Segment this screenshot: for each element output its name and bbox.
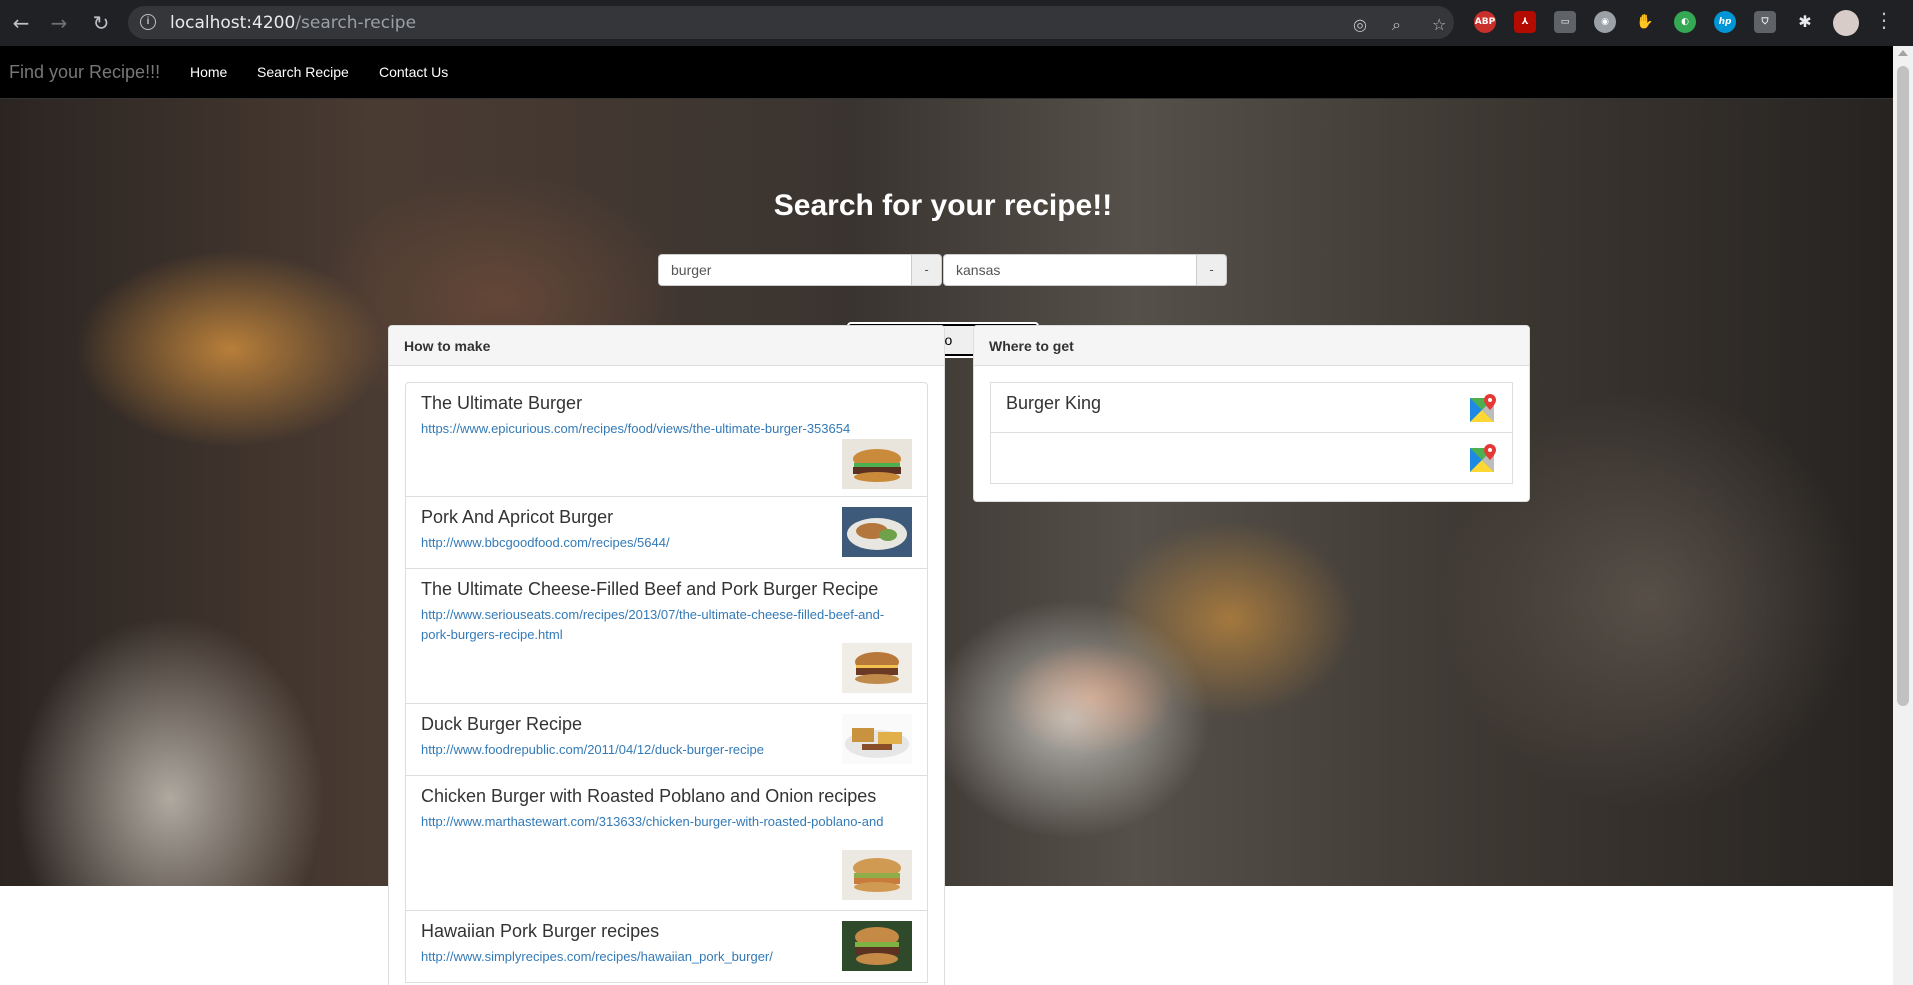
scrollbar-thumb[interactable] bbox=[1897, 66, 1909, 706]
store-item[interactable]: Burger King bbox=[990, 382, 1513, 433]
recipe-title: Hawaiian Pork Burger recipes bbox=[421, 921, 660, 941]
food-search-group: burger - bbox=[658, 254, 942, 286]
where-to-get-heading: Where to get bbox=[974, 326, 1529, 366]
extensions-puzzle-icon[interactable]: ✱ bbox=[1794, 11, 1816, 33]
recipe-link[interactable]: https://www.epicurious.com/recipes/food/… bbox=[421, 419, 899, 439]
location-search-input[interactable]: kansas bbox=[943, 254, 1197, 286]
extension-globe-icon[interactable]: ◉ bbox=[1594, 11, 1616, 33]
recipe-link[interactable]: http://www.bbcgoodfood.com/recipes/5644/ bbox=[421, 533, 899, 553]
store-item[interactable] bbox=[990, 433, 1513, 484]
page-scrollbar[interactable] bbox=[1893, 46, 1913, 985]
location-search-group: kansas - bbox=[943, 254, 1229, 286]
navbar-brand[interactable]: Find your Recipe!!! bbox=[9, 62, 160, 83]
google-maps-icon[interactable] bbox=[1470, 394, 1496, 422]
recipe-item[interactable]: The Ultimate Cheese-Filled Beef and Pork… bbox=[405, 569, 928, 704]
nav-home[interactable]: Home bbox=[190, 64, 227, 80]
page-footer-area bbox=[0, 886, 1893, 985]
page-title: Search for your recipe!! bbox=[773, 189, 1113, 222]
recipe-list: The Ultimate Burger https://www.epicurio… bbox=[405, 382, 928, 983]
adblock-icon[interactable]: ABP bbox=[1474, 11, 1496, 33]
shield-icon[interactable]: ⛉ bbox=[1754, 11, 1776, 33]
recipe-item[interactable]: Chicken Burger with Roasted Poblano and … bbox=[405, 776, 928, 911]
browser-toolbar: ← → ↻ i localhost:4200/search-recipe ◎ ⌕… bbox=[0, 0, 1913, 46]
how-to-make-panel: How to make The Ultimate Burger https://… bbox=[388, 325, 945, 985]
scroll-up-icon[interactable] bbox=[1898, 50, 1908, 56]
hand-icon[interactable]: ✋ bbox=[1634, 11, 1656, 33]
where-to-get-panel: Where to get Burger King bbox=[973, 325, 1530, 502]
recipe-item[interactable]: Pork And Apricot Burger http://www.bbcgo… bbox=[405, 497, 928, 569]
cast-icon[interactable]: ▭ bbox=[1554, 11, 1576, 33]
recipe-title: The Ultimate Cheese-Filled Beef and Pork… bbox=[421, 579, 879, 599]
site-info-icon[interactable]: i bbox=[140, 14, 156, 30]
hp-icon[interactable]: hp bbox=[1714, 11, 1736, 33]
profile-avatar[interactable] bbox=[1833, 10, 1859, 36]
recipe-link[interactable]: http://www.marthastewart.com/313633/chic… bbox=[421, 812, 899, 832]
google-maps-icon[interactable] bbox=[1470, 444, 1496, 472]
page-viewport: Find your Recipe!!! Home Search Recipe C… bbox=[0, 46, 1893, 985]
nav-search-recipe[interactable]: Search Recipe bbox=[257, 64, 349, 80]
recipe-thumbnail bbox=[842, 921, 912, 971]
recipe-item[interactable]: The Ultimate Burger https://www.epicurio… bbox=[405, 382, 928, 497]
recipe-thumbnail bbox=[842, 439, 912, 489]
extension-green-icon[interactable]: ◐ bbox=[1674, 11, 1696, 33]
store-name: Burger King bbox=[1006, 393, 1102, 413]
hero-background: Search for your recipe!! burger - kansas… bbox=[0, 99, 1893, 886]
location-search-addon: - bbox=[1197, 254, 1227, 286]
site-navbar: Find your Recipe!!! Home Search Recipe C… bbox=[0, 46, 1893, 99]
recipe-link[interactable]: http://www.seriouseats.com/recipes/2013/… bbox=[421, 605, 899, 645]
food-search-addon: - bbox=[912, 254, 942, 286]
forward-icon[interactable]: → bbox=[46, 10, 72, 36]
store-list: Burger King bbox=[990, 382, 1513, 484]
recipe-title: Pork And Apricot Burger bbox=[421, 507, 614, 527]
nav-contact-us[interactable]: Contact Us bbox=[379, 64, 448, 80]
address-bar[interactable]: i localhost:4200/search-recipe ◎ ⌕ ☆ bbox=[128, 6, 1454, 39]
recipe-title: The Ultimate Burger bbox=[421, 393, 583, 413]
recipe-title: Chicken Burger with Roasted Poblano and … bbox=[421, 786, 877, 806]
zoom-icon[interactable]: ⌕ bbox=[1392, 15, 1401, 35]
recipe-title: Duck Burger Recipe bbox=[421, 714, 583, 734]
recipe-thumbnail bbox=[842, 643, 912, 693]
recipe-item[interactable]: Hawaiian Pork Burger recipes http://www.… bbox=[405, 911, 928, 983]
food-search-input[interactable]: burger bbox=[658, 254, 912, 286]
recipe-thumbnail bbox=[842, 850, 912, 900]
browser-menu-icon[interactable]: ⋮ bbox=[1874, 8, 1894, 32]
bookmark-star-icon[interactable]: ☆ bbox=[1432, 15, 1446, 34]
url-text: localhost:4200/search-recipe bbox=[170, 13, 417, 33]
recipe-link[interactable]: http://www.foodrepublic.com/2011/04/12/d… bbox=[421, 740, 899, 760]
camera-blocked-icon[interactable]: ◎ bbox=[1353, 15, 1367, 34]
recipe-item[interactable]: Duck Burger Recipe http://www.foodrepubl… bbox=[405, 704, 928, 776]
how-to-make-heading: How to make bbox=[389, 326, 944, 366]
recipe-thumbnail bbox=[842, 507, 912, 557]
recipe-link[interactable]: http://www.simplyrecipes.com/recipes/haw… bbox=[421, 947, 899, 967]
recipe-thumbnail bbox=[842, 714, 912, 764]
reload-icon[interactable]: ↻ bbox=[88, 10, 114, 36]
back-icon[interactable]: ← bbox=[8, 10, 34, 36]
pdf-icon[interactable]: ⅄ bbox=[1514, 11, 1536, 33]
